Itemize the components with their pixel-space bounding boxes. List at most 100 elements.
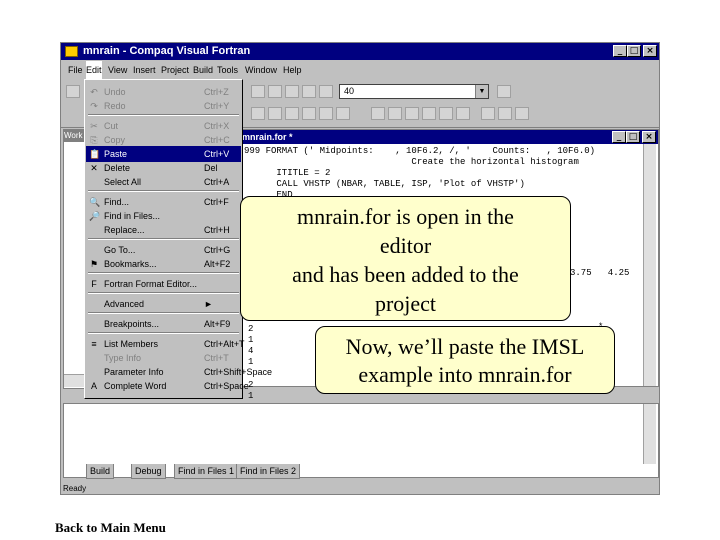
toolbar-btn-1[interactable]: [251, 85, 265, 98]
menu-item-shortcut: ►: [204, 299, 213, 309]
workspace-tab[interactable]: Work: [64, 130, 84, 142]
close-button[interactable]: ×: [643, 45, 657, 57]
menu-item-shortcut: Ctrl+Space: [204, 381, 249, 391]
copy-icon: ⎘: [90, 135, 98, 145]
menu-item-redo[interactable]: ↷ Redo Ctrl+Y: [86, 98, 241, 114]
toolbar-btn-19[interactable]: [498, 107, 512, 120]
digit-3: 4: [248, 346, 254, 356]
find-combo[interactable]: 40 ▼: [339, 84, 489, 99]
menu-item-shortcut: Ctrl+Y: [204, 101, 230, 111]
go-to-icon: [89, 245, 99, 255]
callout-line-1: mnrain.for is open in the: [297, 204, 514, 229]
menu-item-select-all[interactable]: Select All Ctrl+A: [86, 174, 241, 190]
menu-item-advanced[interactable]: Advanced ►: [86, 296, 241, 312]
menu-separator: [88, 272, 239, 274]
complete-word-icon: A: [90, 381, 97, 391]
title-bar: mnrain - Compaq Visual Fortran _ □ ×: [61, 43, 659, 60]
callout-line-2: editor: [379, 233, 432, 258]
code-line-4[interactable]: CALL VHSTP (NBAR, TABLE, ISP, 'Plot of V…: [244, 179, 524, 190]
menu-separator: [88, 332, 239, 334]
chevron-down-icon[interactable]: ▼: [475, 85, 488, 98]
toolbar-btn-17[interactable]: [456, 107, 470, 120]
callout-line-4: project: [374, 291, 437, 316]
toolbar-btn-15[interactable]: [405, 107, 419, 120]
type-info-icon: [89, 353, 99, 363]
menu-item-fortran-format-editor[interactable]: F Fortran Format Editor...: [86, 276, 241, 292]
menu-item-bookmarks[interactable]: ⚑ Bookmarks... Alt+F2: [86, 256, 241, 272]
breakpoints-icon: [89, 319, 99, 329]
toolbar-btn-11[interactable]: [319, 107, 333, 120]
menu-item-label: Breakpoints...: [104, 319, 160, 329]
menu-item-complete-word[interactable]: A Complete Word Ctrl+Space: [86, 378, 249, 394]
window-title: mnrain - Compaq Visual Fortran: [83, 45, 251, 57]
advanced-icon: [89, 299, 99, 309]
toolbar-btn-3[interactable]: [285, 85, 299, 98]
fortran-format-editor-icon: F: [91, 279, 97, 289]
menu-edit[interactable]: Edit: [86, 61, 102, 79]
editor-close-button[interactable]: ×: [642, 131, 656, 143]
toolbar-btn-7[interactable]: [251, 107, 265, 120]
code-line-3[interactable]: ITITLE = 2: [244, 168, 330, 179]
menu-bar: File Edit View Insert Project Build Tool…: [61, 61, 659, 79]
back-to-main-menu-link[interactable]: Back to Main Menu: [55, 520, 166, 536]
toolbar-btn-5[interactable]: [319, 85, 333, 98]
toolbar-btn-13[interactable]: [371, 107, 385, 120]
toolbar-btn-20[interactable]: [515, 107, 529, 120]
minimize-button[interactable]: _: [613, 45, 627, 57]
editor-minimize-button[interactable]: _: [612, 131, 626, 143]
editor-vscroll[interactable]: [643, 144, 656, 386]
menu-separator: [88, 114, 239, 116]
toolbar-btn-12[interactable]: [336, 107, 350, 120]
menu-build[interactable]: Build: [193, 61, 213, 79]
maximize-button[interactable]: □: [627, 45, 641, 57]
toolbar-btn-16[interactable]: [439, 107, 453, 120]
menu-project[interactable]: Project: [161, 61, 189, 79]
menu-item-shortcut: Alt+F9: [204, 319, 231, 329]
digit-2: 1: [248, 335, 254, 345]
editor-maximize-button[interactable]: □: [626, 131, 640, 143]
app-icon: [65, 46, 78, 57]
menu-separator: [88, 292, 239, 294]
digit-5: 2: [248, 380, 254, 390]
stop-icon[interactable]: [422, 107, 436, 120]
menu-item-label: Replace...: [104, 225, 145, 235]
tab-find-in-files-1[interactable]: Find in Files 1: [174, 464, 239, 479]
menu-tools[interactable]: Tools: [217, 61, 238, 79]
menu-insert[interactable]: Insert: [133, 61, 156, 79]
code-line-1[interactable]: 999 FORMAT (' Midpoints: , 10F6.2, /, ' …: [244, 146, 595, 157]
undo-icon: ↶: [90, 87, 98, 97]
menu-file[interactable]: File: [68, 61, 83, 79]
menu-item-breakpoints[interactable]: Breakpoints... Alt+F9: [86, 316, 241, 332]
tab-debug[interactable]: Debug: [131, 464, 166, 479]
toolbar-btn-18[interactable]: [481, 107, 495, 120]
menu-window[interactable]: Window: [245, 61, 277, 79]
select-all-icon: [89, 177, 99, 187]
toolbar-btn-2[interactable]: [268, 85, 282, 98]
toolbar-btn-14[interactable]: [388, 107, 402, 120]
toolbar-btn-8[interactable]: [268, 107, 282, 120]
menu-item-label: Select All: [104, 177, 142, 187]
menu-item-replace[interactable]: Replace... Ctrl+H: [86, 222, 241, 238]
replace-icon: [89, 225, 99, 235]
new-file-icon[interactable]: [66, 85, 80, 98]
output-vscroll[interactable]: [643, 404, 656, 464]
callout2-line-2: example into mnrain.for: [358, 362, 572, 387]
digit-1: 2: [248, 324, 254, 334]
menu-help[interactable]: Help: [283, 61, 302, 79]
tab-find-in-files-2[interactable]: Find in Files 2: [236, 464, 301, 479]
bookmarks-icon: ⚑: [89, 259, 99, 269]
menu-item-shortcut: Ctrl+H: [204, 225, 230, 235]
toolbar-btn-4[interactable]: [302, 85, 316, 98]
delete-icon: ✕: [90, 163, 98, 173]
code-line-2[interactable]: Create the horizontal histogram: [244, 157, 578, 168]
toolbar-btn-6[interactable]: [497, 85, 511, 98]
find-combo-value: 40: [344, 86, 355, 96]
edit-menu: ↶ Undo Ctrl+Z ↷ Redo Ctrl+Y ✂ Cut Ctrl+X ⎘ Copy Ctr…: [84, 79, 272, 399]
menu-item-label: Redo: [104, 101, 126, 111]
toolbar-btn-10[interactable]: [302, 107, 316, 120]
tab-build[interactable]: Build: [86, 464, 115, 479]
menu-view[interactable]: View: [108, 61, 127, 79]
paste-icon: 📋: [89, 149, 101, 159]
toolbar-btn-9[interactable]: [285, 107, 299, 120]
redo-icon: ↷: [90, 101, 98, 111]
